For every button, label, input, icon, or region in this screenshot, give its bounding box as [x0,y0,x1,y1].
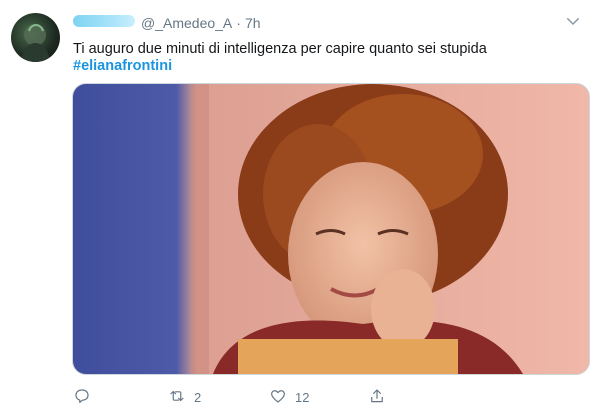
like-count: 12 [295,389,310,405]
share-action[interactable] [368,386,394,408]
user-handle[interactable]: @_Amedeo_A [141,15,232,31]
separator: · [236,15,241,31]
retweet-count: 2 [194,389,202,405]
like-icon[interactable] [269,387,287,408]
retweet-action[interactable]: 2 [168,386,201,408]
chevron-down-icon[interactable] [564,12,582,30]
like-action[interactable]: 12 [269,386,309,408]
avatar[interactable] [11,13,60,62]
retweet-icon[interactable] [168,387,186,408]
share-icon[interactable] [368,387,386,408]
tweet-actions: 2 12 [73,386,493,410]
tweet-photo[interactable] [72,83,590,375]
reply-icon[interactable] [73,387,91,408]
tweet: @_Amedeo_A · 7h Ti auguro due minuti di … [0,0,592,412]
redacted-name [73,15,135,27]
tweet-header: @_Amedeo_A · 7h [73,13,261,33]
reply-action[interactable] [73,386,99,408]
timestamp[interactable]: 7h [245,15,261,31]
hashtag-link[interactable]: #elianafrontini [73,56,172,76]
